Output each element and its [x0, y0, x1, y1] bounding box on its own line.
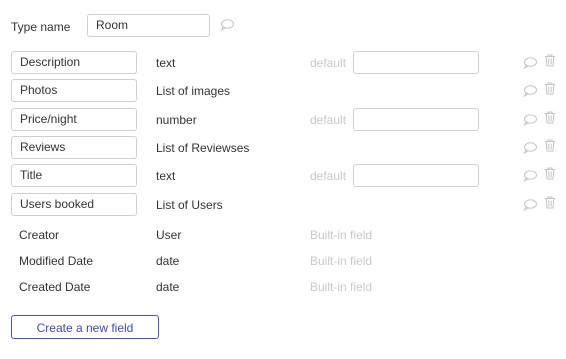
- builtin-field-label: Built-in field: [310, 280, 373, 294]
- builtin-field-type: User: [156, 228, 182, 242]
- comment-icon[interactable]: [523, 114, 537, 126]
- trash-icon[interactable]: [544, 196, 556, 209]
- field-type-label[interactable]: text: [156, 56, 175, 70]
- trash-icon[interactable]: [544, 167, 556, 180]
- field-name-input[interactable]: Title: [11, 164, 137, 187]
- field-type-label[interactable]: List of images: [156, 84, 230, 98]
- default-value-input[interactable]: [353, 51, 479, 74]
- type-name-label: Type name: [11, 20, 71, 34]
- builtin-field-type: date: [156, 254, 180, 268]
- default-label: default: [310, 113, 347, 127]
- builtin-field-label: Built-in field: [310, 254, 373, 268]
- builtin-field-name: Modified Date: [19, 254, 94, 268]
- field-name-input[interactable]: Description: [11, 51, 137, 74]
- comment-icon[interactable]: [523, 142, 537, 154]
- create-new-field-button[interactable]: Create a new field: [11, 315, 159, 339]
- field-type-label[interactable]: List of Reviewses: [156, 141, 249, 155]
- trash-icon[interactable]: [544, 54, 556, 67]
- comment-icon[interactable]: [523, 170, 537, 182]
- field-type-label[interactable]: List of Users: [156, 198, 223, 212]
- default-value-input[interactable]: [353, 108, 479, 131]
- field-name-input[interactable]: Users booked: [11, 193, 137, 216]
- trash-icon[interactable]: [544, 111, 556, 124]
- field-name-input[interactable]: Photos: [11, 79, 137, 102]
- trash-icon[interactable]: [544, 82, 556, 95]
- field-type-label[interactable]: number: [156, 113, 197, 127]
- field-name-input[interactable]: Reviews: [11, 136, 137, 159]
- comment-icon[interactable]: [523, 199, 537, 211]
- type-name-input[interactable]: Room: [87, 14, 210, 37]
- comment-icon[interactable]: [523, 57, 537, 69]
- comment-icon[interactable]: [523, 85, 537, 97]
- builtin-field-name: Created Date: [19, 280, 91, 294]
- field-type-label[interactable]: text: [156, 169, 175, 183]
- field-name-input[interactable]: Price/night: [11, 108, 137, 131]
- default-label: default: [310, 169, 347, 183]
- builtin-field-name: Creator: [19, 228, 60, 242]
- default-label: default: [310, 56, 347, 70]
- builtin-field-type: date: [156, 280, 180, 294]
- builtin-field-label: Built-in field: [310, 228, 373, 242]
- trash-icon[interactable]: [544, 139, 556, 152]
- default-value-input[interactable]: [353, 164, 479, 187]
- comment-icon[interactable]: [220, 19, 234, 31]
